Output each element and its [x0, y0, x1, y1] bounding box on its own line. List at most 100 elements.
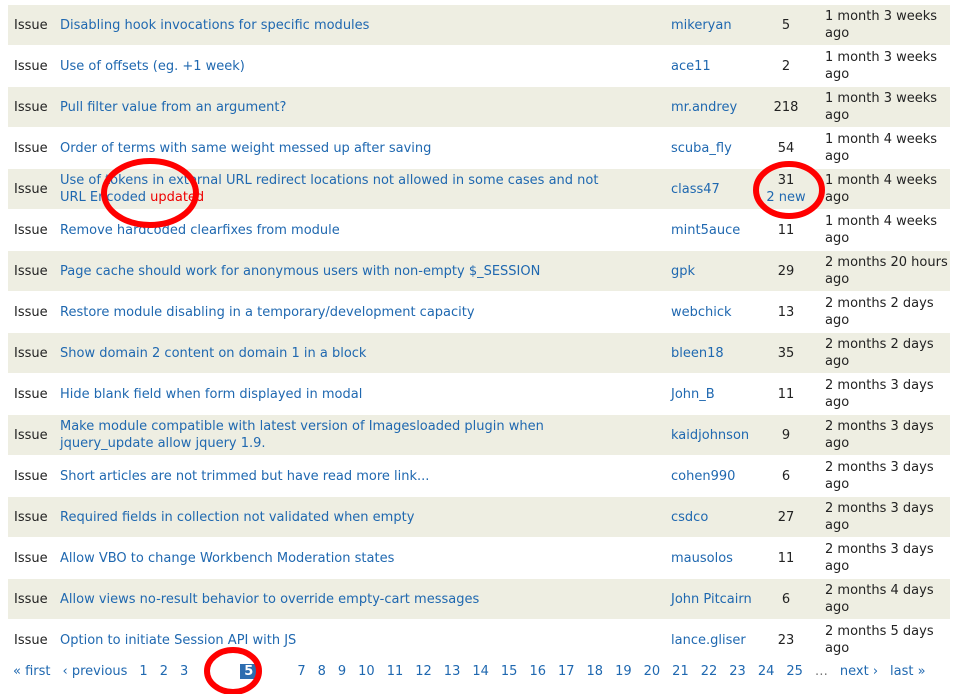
reply-count: 218: [763, 99, 809, 116]
pager-page[interactable]: 25: [786, 664, 803, 679]
issue-title[interactable]: Show domain 2 content on domain 1 in a b…: [60, 346, 366, 361]
issue-title[interactable]: Page cache should work for anonymous use…: [60, 264, 540, 279]
pager-page[interactable]: 23: [729, 664, 746, 679]
issue-title[interactable]: Allow views no-result behavior to overri…: [60, 592, 479, 607]
pager-page[interactable]: 20: [644, 664, 661, 679]
issue-title[interactable]: Option to initiate Session API with JS: [60, 633, 296, 648]
issue-title-link[interactable]: Use of tokens in external URL redirect l…: [60, 172, 620, 206]
pager-page[interactable]: 3: [180, 664, 188, 679]
table-row: IssueShow domain 2 content on domain 1 i…: [8, 333, 950, 374]
last-updated: 2 months 20 hours ago: [825, 254, 950, 288]
last-updated: 1 month 4 weeks ago: [825, 213, 950, 247]
issue-type: Issue: [14, 140, 48, 157]
issue-type: Issue: [14, 591, 48, 608]
issue-title[interactable]: Order of terms with same weight messed u…: [60, 141, 431, 156]
table-row: IssueHide blank field when form displaye…: [8, 374, 950, 415]
table-row: IssueUse of offsets (eg. +1 week)ace1121…: [8, 46, 950, 87]
author-link[interactable]: John_B: [671, 386, 761, 403]
issue-title-link[interactable]: Page cache should work for anonymous use…: [60, 263, 620, 280]
pager-previous[interactable]: ‹ previous: [63, 664, 128, 679]
last-updated: 2 months 3 days ago: [825, 541, 950, 575]
reply-count-value: 2: [782, 59, 790, 74]
pager-page[interactable]: 2: [160, 664, 168, 679]
author-link[interactable]: bleen18: [671, 345, 761, 362]
issue-title-link[interactable]: Show domain 2 content on domain 1 in a b…: [60, 345, 620, 362]
last-updated: 2 months 3 days ago: [825, 459, 950, 493]
author-link[interactable]: John Pitcairn: [671, 591, 761, 608]
issue-title-link[interactable]: Allow views no-result behavior to overri…: [60, 591, 620, 608]
last-updated: 1 month 3 weeks ago: [825, 49, 950, 83]
new-replies-link[interactable]: 2 new: [763, 189, 809, 206]
issue-title-link[interactable]: Remove hardcoded clearfixes from module: [60, 222, 620, 239]
pager-page[interactable]: 14: [472, 664, 489, 679]
pager-page[interactable]: 17: [558, 664, 575, 679]
pager-page[interactable]: 24: [758, 664, 775, 679]
issue-title-link[interactable]: Short articles are not trimmed but have …: [60, 468, 620, 485]
reply-count: 2: [763, 58, 809, 75]
pager-page[interactable]: 15: [501, 664, 518, 679]
pager-page[interactable]: 8: [318, 664, 326, 679]
issue-title[interactable]: Disabling hook invocations for specific …: [60, 18, 369, 33]
reply-count-value: 11: [778, 387, 795, 402]
pager-next[interactable]: next ›: [840, 664, 878, 679]
author-link[interactable]: webchick: [671, 304, 761, 321]
issue-title[interactable]: Short articles are not trimmed but have …: [60, 469, 429, 484]
issue-title-link[interactable]: Pull filter value from an argument?: [60, 99, 620, 116]
table-row: IssueShort articles are not trimmed but …: [8, 456, 950, 497]
issue-type: Issue: [14, 550, 48, 567]
issue-title[interactable]: Use of offsets (eg. +1 week): [60, 59, 245, 74]
pager-page[interactable]: 16: [529, 664, 546, 679]
author-link[interactable]: scuba_fly: [671, 140, 761, 157]
issue-title[interactable]: Remove hardcoded clearfixes from module: [60, 223, 340, 238]
pager-page[interactable]: 13: [444, 664, 461, 679]
issue-type: Issue: [14, 427, 48, 444]
pager-page[interactable]: 9: [338, 664, 346, 679]
issue-title[interactable]: Allow VBO to change Workbench Moderation…: [60, 551, 394, 566]
issue-title-link[interactable]: Option to initiate Session API with JS: [60, 632, 620, 649]
pager-page[interactable]: 19: [615, 664, 632, 679]
issue-type: Issue: [14, 181, 48, 198]
last-updated: 1 month 4 weeks ago: [825, 172, 950, 206]
issue-title[interactable]: Hide blank field when form displayed in …: [60, 387, 362, 402]
author-link[interactable]: mausolos: [671, 550, 761, 567]
pager-first[interactable]: « first: [13, 664, 51, 679]
pager-page[interactable]: 11: [387, 664, 404, 679]
author-link[interactable]: cohen990: [671, 468, 761, 485]
table-row: IssueRestore module disabling in a tempo…: [8, 292, 950, 333]
issue-title-link[interactable]: Allow VBO to change Workbench Moderation…: [60, 550, 620, 567]
author-link[interactable]: mint5auce: [671, 222, 761, 239]
pager-page[interactable]: 22: [701, 664, 718, 679]
issue-title-link[interactable]: Make module compatible with latest versi…: [60, 418, 620, 452]
issue-title-link[interactable]: Hide blank field when form displayed in …: [60, 386, 620, 403]
updated-marker: updated: [150, 190, 204, 205]
issue-title-link[interactable]: Use of offsets (eg. +1 week): [60, 58, 620, 75]
pager-page[interactable]: 1: [139, 664, 147, 679]
issue-title[interactable]: Make module compatible with latest versi…: [60, 419, 544, 451]
author-link[interactable]: ace11: [671, 58, 761, 75]
author-link[interactable]: lance.gliser: [671, 632, 761, 649]
pager-page[interactable]: 7: [297, 664, 305, 679]
issue-title-link[interactable]: Restore module disabling in a temporary/…: [60, 304, 620, 321]
pager-page[interactable]: 10: [358, 664, 375, 679]
issue-title[interactable]: Pull filter value from an argument?: [60, 100, 286, 115]
issue-type: Issue: [14, 509, 48, 526]
author-link[interactable]: class47: [671, 181, 761, 198]
pager-page[interactable]: 21: [672, 664, 689, 679]
issue-title[interactable]: Use of tokens in external URL redirect l…: [60, 173, 598, 205]
author-link[interactable]: kaidjohnson: [671, 427, 761, 444]
reply-count: 6: [763, 591, 809, 608]
issue-title[interactable]: Restore module disabling in a temporary/…: [60, 305, 475, 320]
author-link[interactable]: mikeryan: [671, 17, 761, 34]
pager-page[interactable]: 12: [415, 664, 432, 679]
issue-title-link[interactable]: Required fields in collection not valida…: [60, 509, 620, 526]
table-row: IssueOption to initiate Session API with…: [8, 620, 950, 661]
author-link[interactable]: gpk: [671, 263, 761, 280]
issue-title-link[interactable]: Order of terms with same weight messed u…: [60, 140, 620, 157]
pager-page[interactable]: 18: [587, 664, 604, 679]
issue-title[interactable]: Required fields in collection not valida…: [60, 510, 414, 525]
author-link[interactable]: mr.andrey: [671, 99, 761, 116]
pager-last[interactable]: last »: [890, 664, 926, 679]
issue-title-link[interactable]: Disabling hook invocations for specific …: [60, 17, 620, 34]
author-link[interactable]: csdco: [671, 509, 761, 526]
issue-type: Issue: [14, 17, 48, 34]
